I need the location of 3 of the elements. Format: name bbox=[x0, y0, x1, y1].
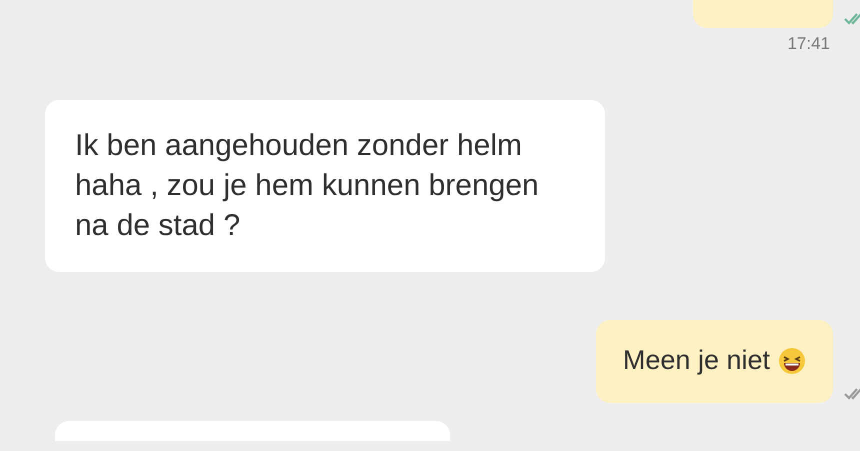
message-time: 17:41 bbox=[787, 34, 830, 54]
message-text: Meen je niet bbox=[622, 344, 770, 377]
message-text: Ik ben aangehouden zonder helm haha , zou je hem kunnen brengen na de stad ? bbox=[75, 129, 539, 242]
